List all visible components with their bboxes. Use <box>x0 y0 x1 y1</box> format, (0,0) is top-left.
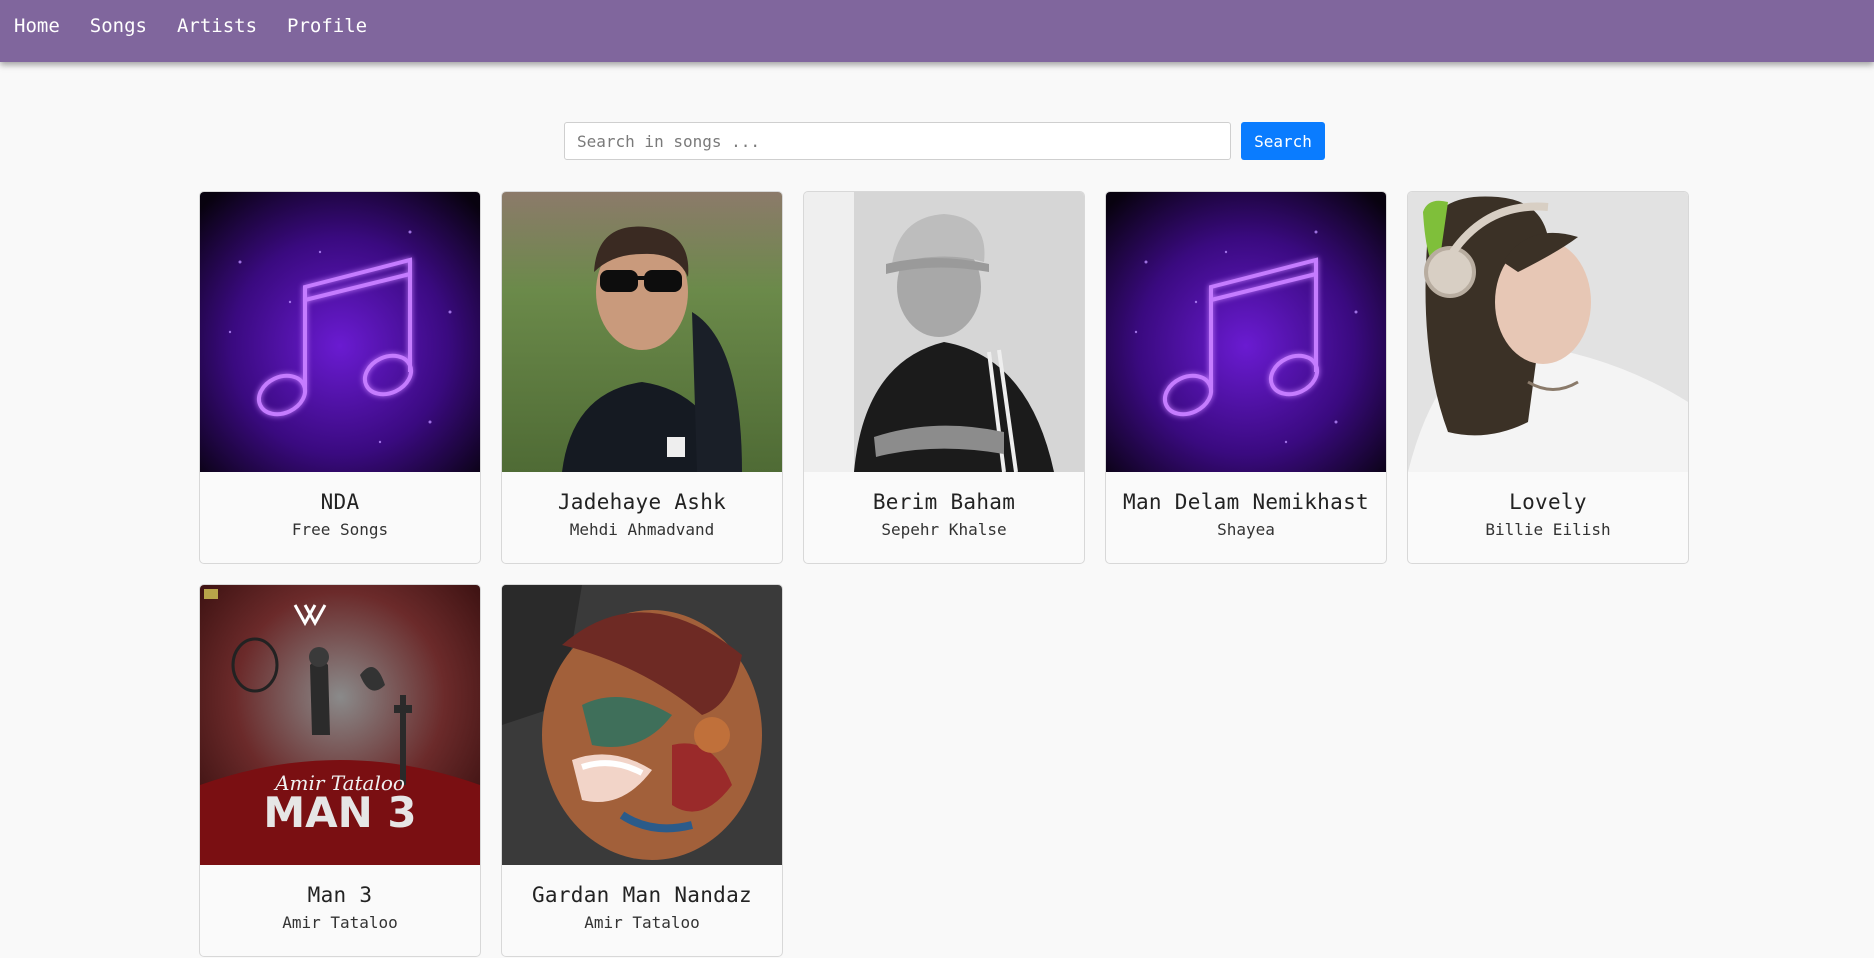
song-cover-image <box>1408 192 1688 472</box>
search-bar: Search <box>564 122 1325 160</box>
song-artist: Free Songs <box>291 520 389 539</box>
song-artist: Mehdi Ahmadvand <box>569 520 715 539</box>
song-card[interactable]: NDA Free Songs <box>199 191 481 564</box>
song-cover-image <box>502 192 782 472</box>
song-cover-image <box>200 192 480 472</box>
nav-artists-link[interactable]: Artists <box>177 15 257 37</box>
album-cover: Amir Tataloo MAN 3 <box>200 585 480 865</box>
song-card[interactable]: Lovely Billie Eilish <box>1407 191 1689 564</box>
song-title: Gardan Man Nandaz <box>531 883 753 907</box>
song-artist: Shayea <box>1217 520 1275 539</box>
song-artist: Billie Eilish <box>1485 520 1611 539</box>
search-input[interactable] <box>564 122 1231 160</box>
song-title: Jadehaye Ashk <box>557 490 727 514</box>
song-grid: NDA Free Songs Jadehaye Ashk Mehdi Ahmad… <box>199 191 1689 957</box>
song-artist: Amir Tataloo <box>584 913 700 932</box>
nav-home-link[interactable]: Home <box>14 15 60 37</box>
artist-photo <box>1408 192 1688 472</box>
song-card[interactable]: Amir Tataloo MAN 3 Man 3 Amir Tataloo <box>199 584 481 957</box>
song-artist: Sepehr Khalse <box>881 520 1007 539</box>
song-title: Berim Baham <box>872 490 1016 514</box>
song-cover-image <box>804 192 1084 472</box>
song-card[interactable]: Gardan Man Nandaz Amir Tataloo <box>501 584 783 957</box>
song-cover-image: Amir Tataloo MAN 3 <box>200 585 480 865</box>
song-artist: Amir Tataloo <box>282 913 398 932</box>
neon-music-note-icon <box>200 192 480 472</box>
song-title: Man 3 <box>307 883 373 907</box>
neon-music-note-icon <box>1106 192 1386 472</box>
artist-photo-bw <box>804 192 1084 472</box>
cover-title-text: MAN 3 <box>263 788 416 837</box>
song-cover-image <box>502 585 782 865</box>
search-button[interactable]: Search <box>1241 122 1325 160</box>
top-navbar: Home Songs Artists Profile <box>0 0 1874 62</box>
song-title: Lovely <box>1509 490 1587 514</box>
song-card[interactable]: Berim Baham Sepehr Khalse <box>803 191 1085 564</box>
artist-photo <box>502 192 782 472</box>
song-card[interactable]: Jadehaye Ashk Mehdi Ahmadvand <box>501 191 783 564</box>
song-card[interactable]: Man Delam Nemikhast Shayea <box>1105 191 1387 564</box>
album-cover <box>502 585 782 865</box>
nav-profile-link[interactable]: Profile <box>287 15 367 37</box>
song-cover-image <box>1106 192 1386 472</box>
song-title: Man Delam Nemikhast <box>1123 490 1369 514</box>
nav-songs-link[interactable]: Songs <box>90 15 147 37</box>
song-title: NDA <box>320 490 360 514</box>
